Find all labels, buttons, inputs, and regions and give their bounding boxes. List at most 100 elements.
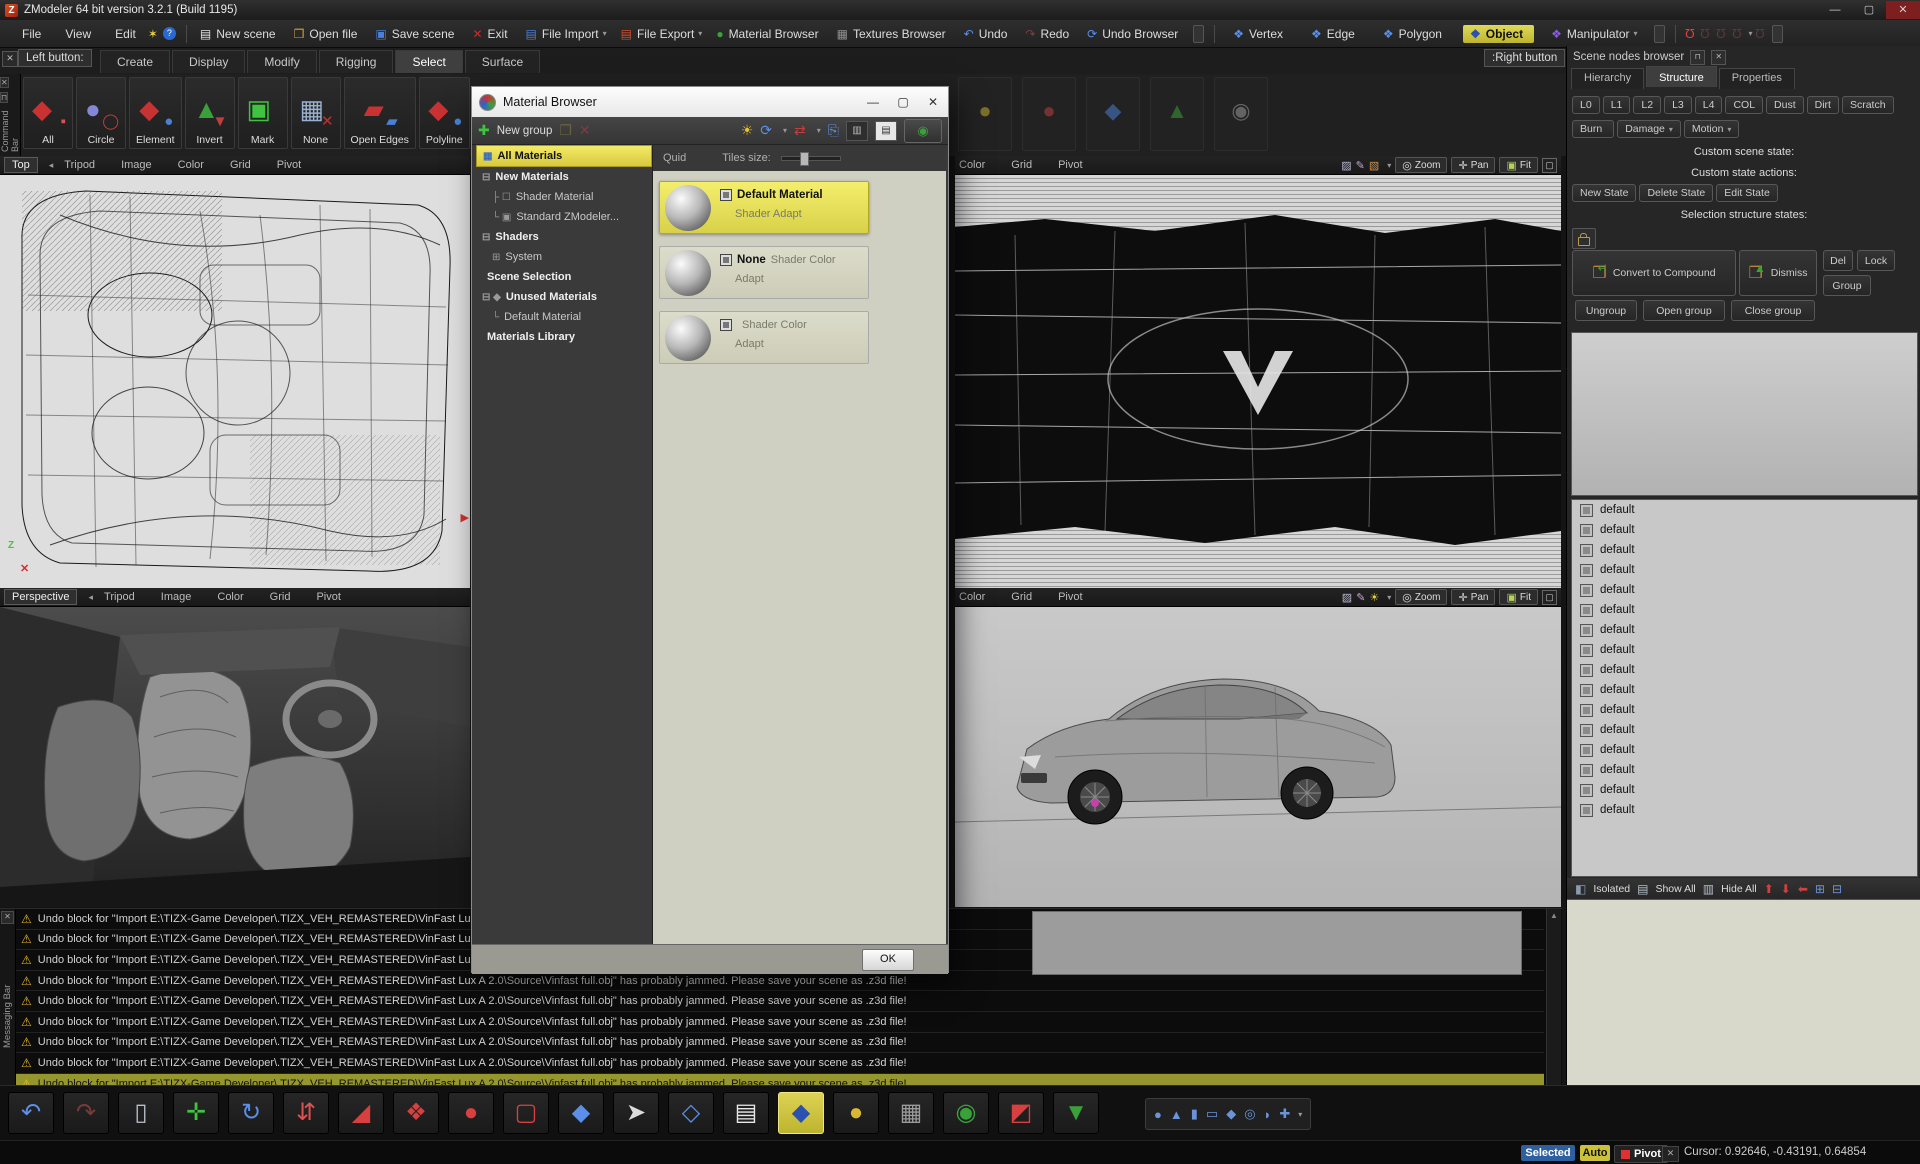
layer-button[interactable]: Scratch <box>1842 96 1894 114</box>
node-checkbox[interactable] <box>1580 664 1593 677</box>
pen-icon[interactable]: ✎ <box>1356 159 1365 172</box>
auto-badge[interactable]: Auto <box>1580 1145 1610 1161</box>
panel-tab[interactable]: Hierarchy <box>1571 68 1644 89</box>
maximize-button[interactable]: ▢ <box>1852 1 1886 19</box>
node-row[interactable]: default <box>1572 620 1917 640</box>
magnet-icon[interactable]: Ω <box>1755 26 1765 41</box>
undo-browser[interactable]: ⟳ Undo Browser <box>1087 27 1182 41</box>
select-mark[interactable]: ▣ Mark <box>238 77 288 149</box>
dropdown-caret[interactable]: ▾ <box>817 126 821 135</box>
toolbar-button[interactable]: ▲ <box>1150 77 1204 151</box>
state-action-button[interactable]: New State <box>1572 184 1636 202</box>
node-checkbox[interactable] <box>1580 644 1593 657</box>
material-checkbox[interactable] <box>720 254 732 266</box>
tree-item[interactable]: ⊟ Shaders <box>476 227 652 247</box>
uv-sheet-icon[interactable]: ▤ <box>723 1092 769 1134</box>
weld-icon[interactable]: ● <box>448 1092 494 1134</box>
node-checkbox[interactable] <box>1580 744 1593 757</box>
folder-icon[interactable]: ❒ <box>559 122 572 139</box>
dropdown-caret[interactable]: ▾ <box>1387 593 1391 602</box>
node-checkbox[interactable] <box>1580 544 1593 557</box>
layer-button[interactable]: COL <box>1725 96 1763 114</box>
close-icon[interactable]: ✕ <box>2 51 18 67</box>
merge-icon[interactable]: ❖ <box>393 1092 439 1134</box>
zoom-button[interactable]: ◎Zoom <box>1395 589 1447 605</box>
slider-thumb[interactable] <box>800 152 809 166</box>
pin-icon[interactable]: ⊓ <box>1690 50 1705 65</box>
redo[interactable]: ↷ Redo <box>1025 27 1073 41</box>
scale-icon[interactable]: ⇵ <box>283 1092 329 1134</box>
mode-polygon[interactable]: ❖ Polygon <box>1376 25 1453 43</box>
uv-edit-icon[interactable]: ◩ <box>998 1092 1044 1134</box>
tree-item[interactable]: Materials Library <box>476 327 652 347</box>
wire-shade-icon[interactable]: ▨ <box>1341 159 1351 172</box>
wire-shade-icon[interactable]: ▨ <box>1342 591 1352 604</box>
quick-label[interactable]: Quid <box>663 152 686 164</box>
menu-item[interactable]: Edit <box>103 24 148 44</box>
layer-up-icon[interactable]: ⬆ <box>1764 882 1774 896</box>
node-row[interactable]: default <box>1572 760 1917 780</box>
tree-item[interactable]: ⊟ ◆ Unused Materials <box>476 287 652 307</box>
viewport-menu-item[interactable]: Color <box>217 591 256 603</box>
copy-icon[interactable]: ⎘ <box>828 122 839 139</box>
maximize-viewport-icon[interactable]: ▢ <box>1542 590 1557 605</box>
fit-button[interactable]: ▣Fit <box>1499 157 1538 173</box>
warning-message-row[interactable]: ⚠ Undo block for "Import E:\TIZX-Game De… <box>16 1012 1544 1033</box>
magnet-icon[interactable]: Ω <box>1700 26 1710 41</box>
layer-button[interactable]: L2 <box>1633 96 1661 114</box>
lock-state-button[interactable] <box>1572 228 1596 249</box>
viewport-shaded-canvas[interactable] <box>955 607 1561 907</box>
poly-mode-icon[interactable]: ◆ <box>778 1092 824 1134</box>
panel-tab[interactable]: Structure <box>1646 66 1717 87</box>
move-icon[interactable]: ✛ <box>173 1092 219 1134</box>
select-circle[interactable]: ● ◯ Circle <box>76 77 126 149</box>
viewport-wireframe-canvas[interactable] <box>955 175 1561 589</box>
edges-icon[interactable]: ◇ <box>668 1092 714 1134</box>
node-row[interactable]: default <box>1572 680 1917 700</box>
del-button[interactable]: Del <box>1823 250 1853 271</box>
node-checkbox[interactable] <box>1580 784 1593 797</box>
material-checkbox[interactable] <box>720 189 732 201</box>
new-scene[interactable]: ▤ New scene <box>200 27 280 41</box>
toolbar-tab[interactable]: Surface <box>465 50 540 73</box>
None[interactable]: None Shader Color Adapt <box>659 246 869 299</box>
script-icon[interactable]: ✶ <box>148 27 158 41</box>
polygons-icon[interactable]: ◆ <box>558 1092 604 1134</box>
viewport-label[interactable]: Top <box>4 157 38 173</box>
dialog-close-button[interactable]: ✕ <box>918 88 948 117</box>
node-row[interactable]: default <box>1572 700 1917 720</box>
node-checkbox[interactable] <box>1580 604 1593 617</box>
select-polyline[interactable]: ◆ ● Polyline <box>419 77 470 149</box>
toolbar-button[interactable]: ● <box>958 77 1012 151</box>
menu-item[interactable]: View <box>53 24 103 44</box>
open-group-button[interactable]: Open group <box>1643 300 1725 321</box>
toggle-box[interactable] <box>1654 25 1665 43</box>
dismiss-button[interactable]: ❒▲ Dismiss <box>1739 250 1817 296</box>
node-row[interactable]: default <box>1572 740 1917 760</box>
tree-item[interactable]: ├ ☐ Shader Material <box>476 187 652 207</box>
viewport-menu-item[interactable]: Grid <box>270 591 304 603</box>
layer-button[interactable]: L4 <box>1695 96 1723 114</box>
viewport-menu-item[interactable]: Pivot <box>277 159 314 171</box>
palette-icon[interactable]: ▧ <box>1369 159 1379 172</box>
textures-browser[interactable]: ▦ Textures Browser <box>837 27 950 41</box>
tree-item[interactable]: └ ▣ Standard ZModeler... <box>476 207 652 227</box>
maximize-viewport-icon[interactable]: ▢ <box>1542 158 1557 173</box>
clear-icon[interactable]: ✕ <box>1662 1146 1679 1162</box>
layer-button[interactable]: Dust <box>1766 96 1804 114</box>
cursor-select-icon[interactable]: ➤ <box>613 1092 659 1134</box>
primitive-icon[interactable]: ✚ <box>1279 1106 1290 1122</box>
dropdown-caret[interactable]: ▾ <box>1634 29 1638 38</box>
lock-button[interactable]: Lock <box>1857 250 1895 271</box>
node-checkbox[interactable] <box>1580 504 1593 517</box>
node-row[interactable]: default <box>1572 540 1917 560</box>
toggle-box[interactable] <box>1193 25 1204 43</box>
pin-icon[interactable]: ⊓ <box>0 92 8 103</box>
state-button[interactable]: Damage▾ <box>1617 120 1681 138</box>
viewport-menu-item[interactable]: Pivot <box>1058 159 1095 171</box>
toolbar-tab[interactable]: Select <box>395 50 462 73</box>
toolbar-tab[interactable]: Display <box>172 50 245 73</box>
tree-item[interactable]: Scene Selection <box>476 267 652 287</box>
viewport-menu-item[interactable]: Grid <box>1011 591 1045 603</box>
toolbar-button[interactable]: ◆ <box>1086 77 1140 151</box>
